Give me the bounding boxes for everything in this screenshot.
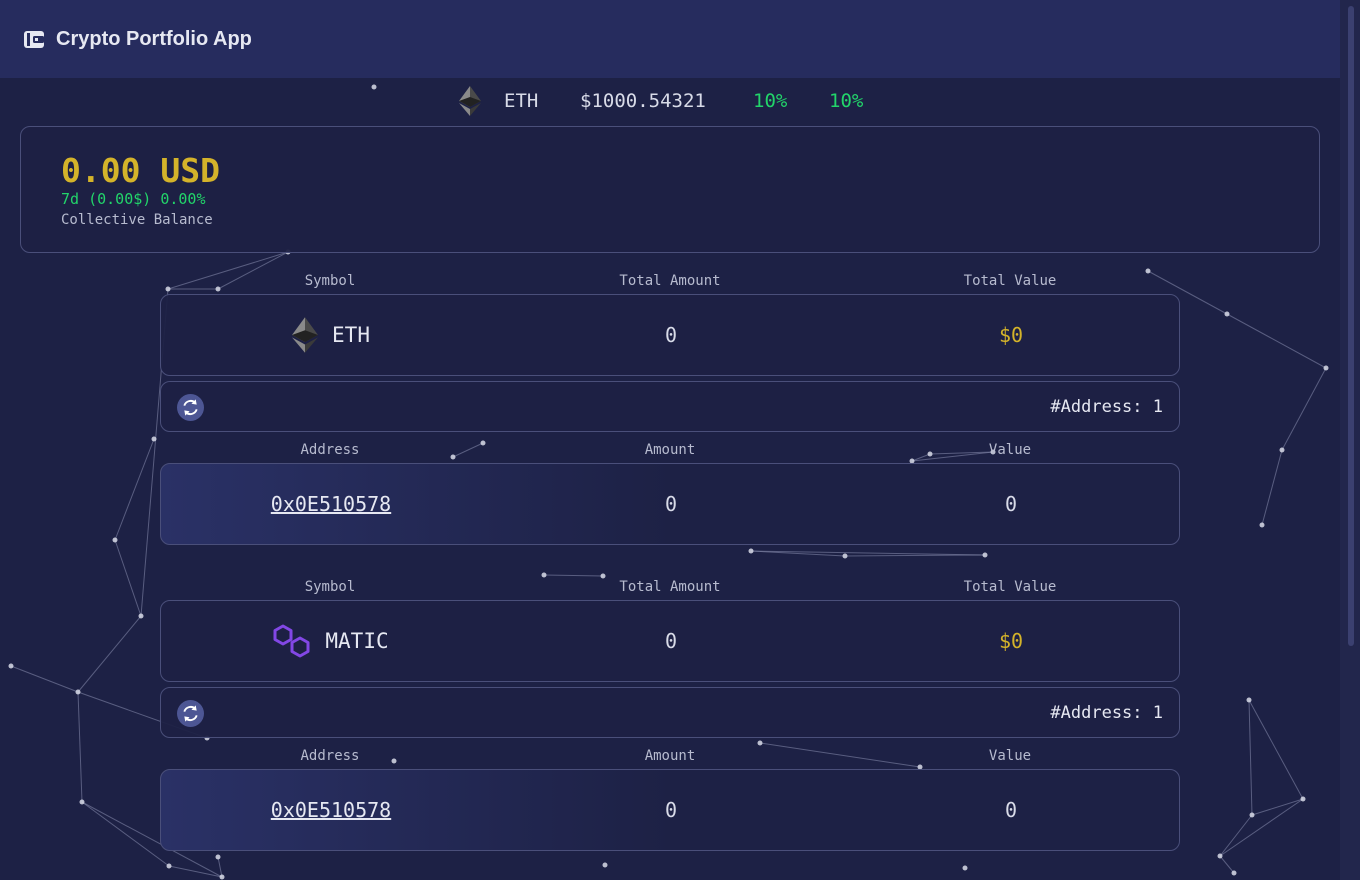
ticker-symbol: ETH (504, 90, 539, 112)
asset-sync-bar: #Address: 1 (160, 687, 1180, 738)
address-count: #Address: 1 (1050, 396, 1163, 417)
refresh-button[interactable] (177, 394, 204, 421)
ticker-price: $1000.54321 (580, 90, 706, 112)
refresh-icon (183, 705, 198, 722)
address-cell: 0x0E510578 (161, 770, 501, 850)
asset-total-value: $0 (998, 323, 1024, 347)
col-head-total-value: Total Value (963, 273, 1057, 289)
asset-sync-bar: #Address: 1 (160, 381, 1180, 432)
ticker-change-2: 10% (829, 90, 864, 112)
refresh-icon (183, 399, 198, 416)
asset-symbol: ETH (332, 323, 370, 347)
asset-total-amount: 0 (664, 629, 678, 653)
col-head-total-amount: Total Amount (619, 273, 721, 289)
asset-symbol-cell: MATIC (161, 601, 501, 681)
col-head-amount: Amount (644, 748, 696, 764)
eth-icon (292, 317, 319, 353)
address-link[interactable]: 0x0E510578 (271, 798, 391, 822)
asset-symbol: MATIC (325, 629, 389, 653)
balance-change: 7d (0.00$) 0.00% (61, 190, 206, 208)
asset-total-value: $0 (998, 629, 1024, 653)
address-amount: 0 (664, 492, 678, 516)
col-head-value: Value (988, 748, 1032, 764)
asset-total-amount: 0 (664, 323, 678, 347)
balance-card: 0.00 USD 7d (0.00$) 0.00% Collective Bal… (20, 126, 1320, 253)
address-row[interactable]: 0x0E510578 0 0 (160, 769, 1180, 851)
address-value: 0 (1004, 492, 1018, 516)
address-cell: 0x0E510578 (161, 464, 501, 544)
col-head-total-amount: Total Amount (619, 579, 721, 595)
price-ticker: ETH $1000.54321 10% 10% (0, 86, 1340, 116)
balance-label: Collective Balance (61, 212, 213, 228)
matic-icon (273, 624, 310, 658)
wallet-icon (24, 31, 44, 48)
balance-change-abs: (0.00$) (88, 190, 152, 208)
balance-period: 7d (61, 190, 80, 208)
refresh-button[interactable] (177, 700, 204, 727)
col-head-amount: Amount (644, 442, 696, 458)
asset-symbol-cell: ETH (161, 295, 501, 375)
address-amount: 0 (664, 798, 678, 822)
app-title: Crypto Portfolio App (56, 27, 252, 50)
ticker-change: 10% (753, 90, 788, 112)
col-head-address: Address (300, 748, 360, 764)
balance-change-pct: 0.00% (160, 190, 206, 208)
asset-row-eth[interactable]: ETH 0 $0 (160, 294, 1180, 376)
eth-icon (459, 86, 481, 116)
col-head-symbol: Symbol (304, 273, 356, 289)
balance-amount: 0.00 USD (61, 151, 220, 190)
col-head-symbol: Symbol (304, 579, 356, 595)
app-header: Crypto Portfolio App (0, 0, 1340, 78)
scrollbar[interactable] (1340, 0, 1360, 880)
scroll-thumb[interactable] (1348, 6, 1354, 646)
col-head-value: Value (988, 442, 1032, 458)
address-count: #Address: 1 (1050, 702, 1163, 723)
address-row[interactable]: 0x0E510578 0 0 (160, 463, 1180, 545)
col-head-total-value: Total Value (963, 579, 1057, 595)
asset-row-matic[interactable]: MATIC 0 $0 (160, 600, 1180, 682)
address-link[interactable]: 0x0E510578 (271, 492, 391, 516)
col-head-address: Address (300, 442, 360, 458)
address-value: 0 (1004, 798, 1018, 822)
